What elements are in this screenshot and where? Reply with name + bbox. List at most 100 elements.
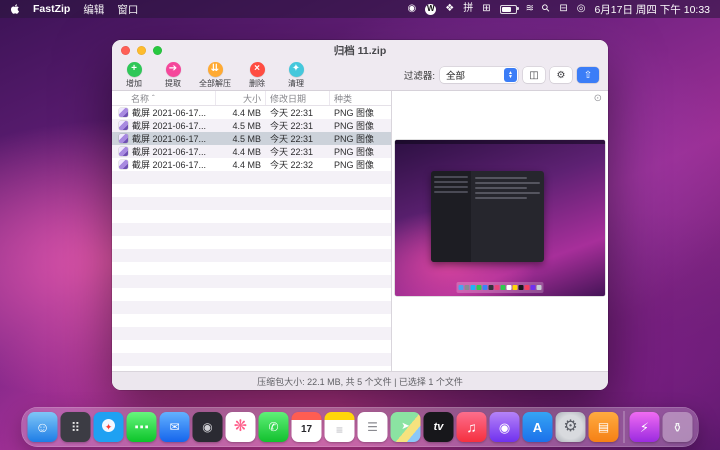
menu-app-name[interactable]: FastZip <box>33 3 70 15</box>
clean-button[interactable]: ✦ 清理 <box>283 61 309 89</box>
menu-clock[interactable]: 6月17日 周四 下午 10:33 <box>594 2 710 17</box>
dock-finder[interactable]: ☺ <box>27 412 58 442</box>
menu-window[interactable]: 窗口 <box>117 2 138 17</box>
extract-button[interactable]: ➔ 提取 <box>160 61 186 89</box>
column-header-size[interactable]: 大小 <box>216 91 266 105</box>
file-date: 今天 22:31 <box>270 121 314 131</box>
extract-all-icon: ⇊ <box>207 61 223 77</box>
close-button[interactable] <box>121 46 130 55</box>
thumbnail-dock <box>456 282 544 293</box>
dock-calendar[interactable]: 17 <box>291 412 322 442</box>
zoom-button[interactable] <box>153 46 162 55</box>
dock-facetime[interactable]: ✆ <box>258 412 289 442</box>
column-header-date[interactable]: 修改日期 <box>266 91 330 105</box>
app-store-icon: A <box>532 419 543 435</box>
share-button[interactable]: ⇧ <box>577 67 599 83</box>
file-name: 截屏 2021-06-17... <box>132 160 207 170</box>
apple-menu-icon[interactable] <box>10 3 20 15</box>
dock-music[interactable]: ♫ <box>456 412 487 442</box>
table-row[interactable]: 截屏 2021-06-17... 4.4 MB 今天 22:31 PNG 图像 <box>112 145 391 158</box>
table-row[interactable]: 截屏 2021-06-17... 4.5 MB 今天 22:31 PNG 图像 <box>112 119 391 132</box>
add-icon: + <box>126 61 142 77</box>
view-mode-button[interactable]: ◫ <box>523 67 545 83</box>
minimize-button[interactable] <box>137 46 146 55</box>
siri-icon[interactable]: ◎ <box>577 4 586 14</box>
add-button[interactable]: + 增加 <box>121 61 147 89</box>
file-name: 截屏 2021-06-17... <box>132 121 207 131</box>
preview-thumbnail <box>395 140 605 296</box>
mail-envelope-icon: ✉ <box>169 420 180 434</box>
eye-icon[interactable]: ⊙ <box>594 93 602 104</box>
png-file-icon <box>119 121 128 130</box>
empty-rows <box>112 171 391 372</box>
menu-edit[interactable]: 编辑 <box>83 2 104 17</box>
dock-fastzip[interactable]: ⚡ <box>629 412 660 442</box>
dock-podcasts[interactable]: ◉ <box>489 412 520 442</box>
column-header-kind[interactable]: 种类 <box>330 91 391 105</box>
dock-safari[interactable]: ✦ <box>93 412 124 442</box>
table-row[interactable]: 截屏 2021-06-17... 4.4 MB 今天 22:31 PNG 图像 <box>112 106 391 119</box>
dock-reminders[interactable]: ☰ <box>357 412 388 442</box>
wifi-icon[interactable]: ≋ <box>526 4 534 14</box>
png-file-icon <box>119 160 128 169</box>
settings-gear-icon: ⚙ <box>563 418 578 435</box>
spotlight-icon[interactable]: ⚲ <box>540 2 553 15</box>
file-kind: PNG 图像 <box>334 160 375 170</box>
clean-label: 清理 <box>288 78 304 88</box>
table-row-selected[interactable]: 截屏 2021-06-17... 4.5 MB 今天 22:31 PNG 图像 <box>112 132 391 145</box>
file-date: 今天 22:32 <box>270 160 314 170</box>
dock-screenshot[interactable]: ◉ <box>192 412 223 442</box>
table-header: 名称 ˆ 大小 修改日期 种类 <box>112 91 391 106</box>
dock-books[interactable]: ▤ <box>588 412 619 442</box>
title-bar[interactable]: 归档 11.zip <box>112 40 608 60</box>
control-center-icon[interactable]: ⊟ <box>559 4 567 14</box>
dock-launchpad[interactable]: ⠿ <box>60 412 91 442</box>
dock-mail[interactable]: ✉ <box>159 412 190 442</box>
status-text: 压缩包大小: 22.1 MB, 共 5 个文件 | 已选择 1 个文件 <box>257 376 463 387</box>
file-size: 4.4 MB <box>232 146 261 157</box>
filter-dropdown[interactable]: 全部 ▲ ▼ <box>440 67 518 83</box>
dock-trash[interactable]: ⚱ <box>662 412 693 442</box>
table-row[interactable]: 截屏 2021-06-17... 4.4 MB 今天 22:32 PNG 图像 <box>112 158 391 171</box>
messages-bubble-icon: ⋯ <box>134 418 149 436</box>
notes-lines-icon: ≡ <box>335 423 343 437</box>
screen-mirroring-icon[interactable]: ⊞ <box>482 4 490 14</box>
thumbnail-menubar <box>395 140 605 144</box>
menu-bar: FastZip 编辑 窗口 ◉ W ❖ 拼 ⊞ ≋ ⚲ ⊟ ◎ 6月17日 周四… <box>0 0 720 18</box>
png-file-icon <box>119 108 128 117</box>
file-size: 4.5 MB <box>232 133 261 144</box>
shortcuts-icon[interactable]: ❖ <box>445 4 454 14</box>
filter-value: 全部 <box>446 71 466 82</box>
dock-tv[interactable]: tv <box>423 412 454 442</box>
finder-icon: ☺ <box>35 419 50 435</box>
recording-icon[interactable]: ◉ <box>408 4 417 14</box>
dock: ☺ ⠿ ✦ ⋯ ✉ ◉ ❋ ✆ 17 ≡ ☰ ➤ tv ♫ ◉ A ⚙ ▤ ⚡ … <box>21 407 699 447</box>
column-name-label: 名称 <box>131 93 150 104</box>
add-label: 增加 <box>126 78 142 88</box>
filter-label: 过滤器: <box>403 71 435 82</box>
dock-settings[interactable]: ⚙ <box>555 412 586 442</box>
dock-app-store[interactable]: A <box>522 412 553 442</box>
dock-photos[interactable]: ❋ <box>225 412 256 442</box>
extract-all-label: 全部解压 <box>199 78 231 88</box>
delete-label: 删除 <box>249 78 265 88</box>
file-kind: PNG 图像 <box>334 121 375 131</box>
input-method-icon[interactable]: 拼 <box>463 4 473 14</box>
extract-all-button[interactable]: ⇊ 全部解压 <box>199 61 231 89</box>
dock-messages[interactable]: ⋯ <box>126 412 157 442</box>
file-kind: PNG 图像 <box>334 108 375 118</box>
window-title: 归档 11.zip <box>333 44 387 57</box>
battery-icon[interactable] <box>499 4 519 14</box>
file-date: 今天 22:31 <box>270 108 314 118</box>
settings-button[interactable]: ⚙ <box>550 67 572 83</box>
file-kind: PNG 图像 <box>334 147 375 157</box>
delete-button[interactable]: × 删除 <box>244 61 270 89</box>
wikipedia-icon[interactable]: W <box>425 3 437 15</box>
gear-icon: ⚙ <box>556 69 566 81</box>
music-note-icon: ♫ <box>466 419 477 435</box>
dock-maps[interactable]: ➤ <box>390 412 421 442</box>
png-file-icon <box>119 134 128 143</box>
column-header-name[interactable]: 名称 ˆ <box>112 91 216 105</box>
delete-icon: × <box>249 61 265 77</box>
dock-notes[interactable]: ≡ <box>324 412 355 442</box>
